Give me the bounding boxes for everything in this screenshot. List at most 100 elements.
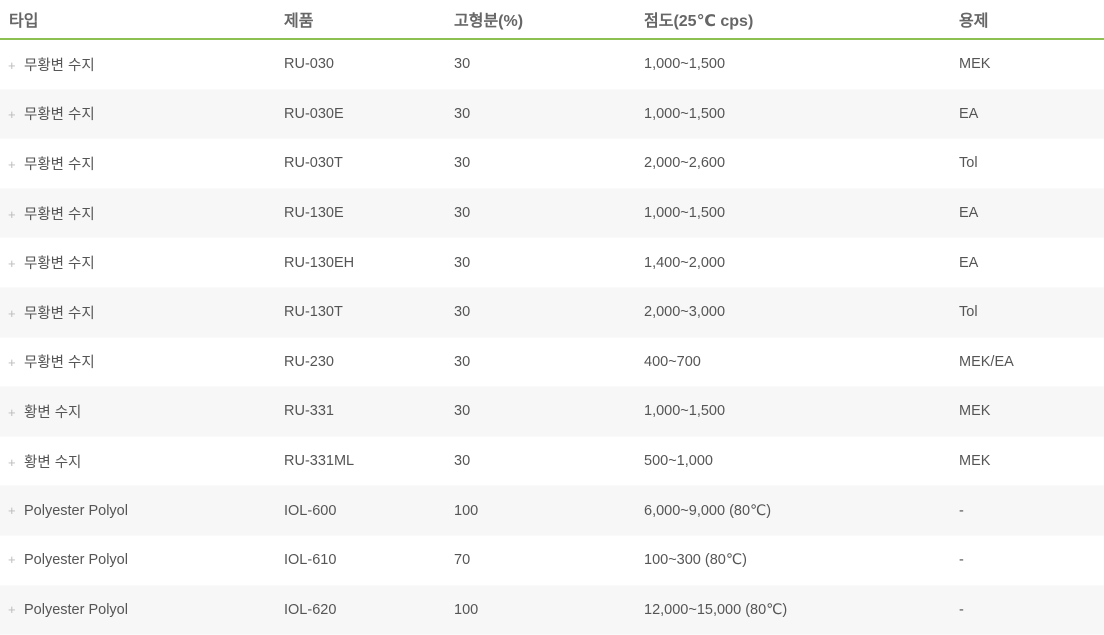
plus-icon[interactable]: + [8,405,18,420]
cell-type[interactable]: + 무황변 수지 [0,237,284,288]
table-body: + 무황변 수지 RU-030 30 1,000~1,500 MEK + 무황변 수지 RU-0… [0,39,1104,635]
cell-solvent: EA [959,89,1104,140]
cell-solids: 30 [454,436,644,487]
header-product: 제품 [284,0,454,40]
cell-solids: 30 [454,39,644,90]
cell-viscosity: 1,000~1,500 [644,386,959,437]
cell-solids: 70 [454,535,644,586]
cell-product: RU-130EH [284,237,454,288]
cell-solvent: MEK [959,39,1104,90]
type-label: Polyester Polyol [24,502,128,519]
cell-solvent: Tol [959,138,1104,189]
cell-solvent: MEK [959,436,1104,487]
cell-type[interactable]: + 무황변 수지 [0,89,284,140]
cell-viscosity: 6,000~9,000 (80℃) [644,485,959,536]
cell-viscosity: 1,400~2,000 [644,237,959,288]
table-row[interactable]: + Polyester Polyol IOL-620 100 12,000~15,000… [0,585,1104,635]
cell-solvent: MEK/EA [959,337,1104,388]
cell-viscosity: 400~700 [644,337,959,388]
cell-type[interactable]: + Polyester Polyol [0,485,284,536]
plus-icon[interactable]: + [8,503,18,518]
cell-viscosity: 12,000~15,000 (80℃) [644,585,959,635]
type-label: 무황변 수지 [24,57,95,74]
plus-icon[interactable]: + [8,602,18,617]
cell-type[interactable]: + 무황변 수지 [0,138,284,189]
plus-icon[interactable]: + [8,455,18,470]
cell-type[interactable]: + 무황변 수지 [0,39,284,90]
plus-icon[interactable]: + [8,58,18,73]
type-label: Polyester Polyol [24,552,128,569]
cell-type[interactable]: + 무황변 수지 [0,287,284,338]
table-row[interactable]: + Polyester Polyol IOL-610 70 100~300 (80℃) - [0,535,1104,586]
cell-type[interactable]: + 황변 수지 [0,436,284,487]
cell-viscosity: 2,000~3,000 [644,287,959,338]
header-type: 타입 [0,0,284,40]
cell-viscosity: 1,000~1,500 [644,39,959,90]
cell-solids: 30 [454,237,644,288]
cell-product: RU-331 [284,386,454,437]
type-label: 무황변 수지 [24,305,95,322]
table-row[interactable]: + 황변 수지 RU-331ML 30 500~1,000 MEK [0,436,1104,487]
table-row[interactable]: + 무황변 수지 RU-130E 30 1,000~1,500 EA [0,188,1104,239]
cell-solvent: EA [959,237,1104,288]
type-label: 황변 수지 [24,404,82,421]
plus-icon[interactable]: + [8,207,18,222]
table-header: 타입 제품 고형분(%) 점도(25℃ cps) 용제 [0,0,1104,40]
plus-icon[interactable]: + [8,306,18,321]
cell-viscosity: 500~1,000 [644,436,959,487]
cell-product: RU-230 [284,337,454,388]
product-table: 타입 제품 고형분(%) 점도(25℃ cps) 용제 + 무황변 수지 RU-03… [0,0,1104,635]
plus-icon[interactable]: + [8,355,18,370]
header-solvent: 용제 [959,0,1104,40]
cell-solids: 30 [454,89,644,140]
cell-solvent: - [959,485,1104,536]
type-label: 황변 수지 [24,454,82,471]
cell-viscosity: 1,000~1,500 [644,89,959,140]
cell-type[interactable]: + 황변 수지 [0,386,284,437]
table-row[interactable]: + 무황변 수지 RU-230 30 400~700 MEK/EA [0,337,1104,388]
cell-solids: 100 [454,485,644,536]
cell-solvent: - [959,535,1104,586]
table-row[interactable]: + 무황변 수지 RU-130EH 30 1,400~2,000 EA [0,237,1104,288]
cell-type[interactable]: + 무황변 수지 [0,337,284,388]
type-label: Polyester Polyol [24,601,128,618]
cell-type[interactable]: + Polyester Polyol [0,585,284,635]
cell-solids: 30 [454,337,644,388]
table-row[interactable]: + 무황변 수지 RU-030T 30 2,000~2,600 Tol [0,138,1104,189]
cell-viscosity: 2,000~2,600 [644,138,959,189]
cell-solvent: Tol [959,287,1104,338]
cell-product: IOL-600 [284,485,454,536]
cell-product: RU-030E [284,89,454,140]
cell-product: RU-030 [284,39,454,90]
header-solids: 고형분(%) [454,0,644,40]
cell-solvent: MEK [959,386,1104,437]
header-viscosity: 점도(25℃ cps) [644,0,959,40]
table-row[interactable]: + 무황변 수지 RU-030 30 1,000~1,500 MEK [0,39,1104,90]
table-row[interactable]: + 무황변 수지 RU-130T 30 2,000~3,000 Tol [0,287,1104,338]
cell-type[interactable]: + Polyester Polyol [0,535,284,586]
cell-viscosity: 1,000~1,500 [644,188,959,239]
cell-solids: 100 [454,585,644,635]
cell-solids: 30 [454,188,644,239]
type-label: 무황변 수지 [24,256,95,273]
cell-viscosity: 100~300 (80℃) [644,535,959,586]
table-row[interactable]: + 황변 수지 RU-331 30 1,000~1,500 MEK [0,386,1104,437]
plus-icon[interactable]: + [8,157,18,172]
cell-solvent: - [959,585,1104,635]
cell-product: RU-030T [284,138,454,189]
plus-icon[interactable]: + [8,256,18,271]
table-row[interactable]: + 무황변 수지 RU-030E 30 1,000~1,500 EA [0,89,1104,140]
cell-type[interactable]: + 무황변 수지 [0,188,284,239]
cell-solvent: EA [959,188,1104,239]
type-label: 무황변 수지 [24,206,95,223]
cell-product: IOL-610 [284,535,454,586]
table-row[interactable]: + Polyester Polyol IOL-600 100 6,000~9,000 (… [0,485,1104,536]
plus-icon[interactable]: + [8,552,18,567]
type-label: 무황변 수지 [24,355,95,372]
cell-solids: 30 [454,287,644,338]
cell-product: IOL-620 [284,585,454,635]
header-row: 타입 제품 고형분(%) 점도(25℃ cps) 용제 [0,0,1104,40]
cell-solids: 30 [454,138,644,189]
plus-icon[interactable]: + [8,107,18,122]
cell-product: RU-331ML [284,436,454,487]
